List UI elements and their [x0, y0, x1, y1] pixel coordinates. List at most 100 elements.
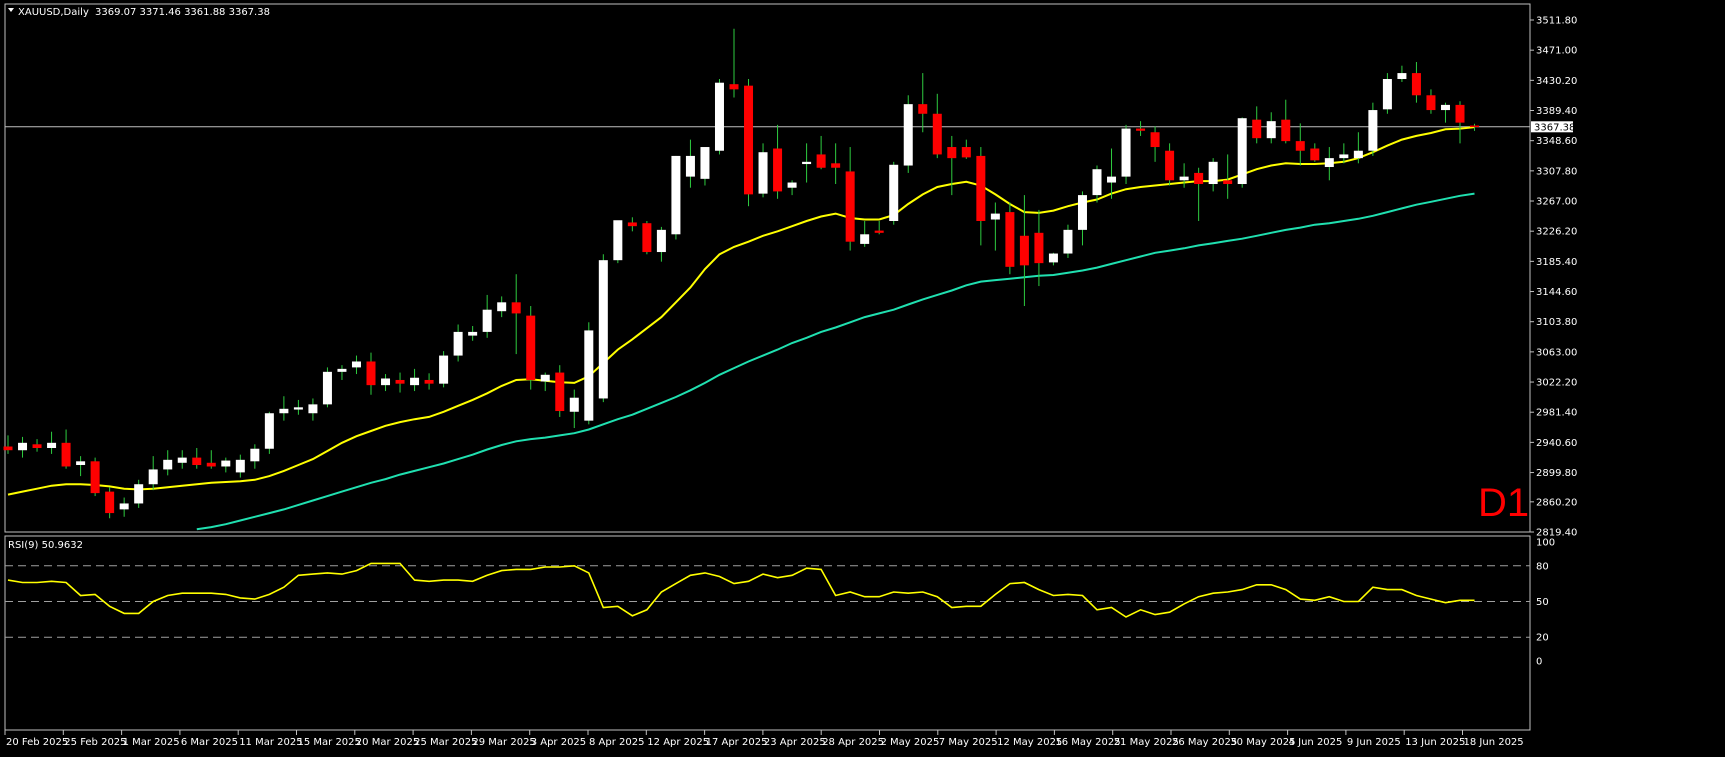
candle-bull: [235, 459, 245, 473]
candle-bear: [192, 457, 202, 466]
date-tick-label: 8 Apr 2025: [589, 737, 644, 748]
candle-bull: [787, 182, 797, 188]
date-tick-label: 20 Mar 2025: [356, 737, 419, 748]
candle-bull: [264, 413, 274, 449]
date-tick-label: 23 Apr 2025: [764, 737, 826, 748]
candle-bull: [540, 374, 550, 382]
price-tick-label: 3430.20: [1536, 76, 1577, 87]
candle-bear: [395, 379, 405, 384]
candle-bull: [134, 484, 144, 504]
candle-bear: [1295, 141, 1305, 151]
date-tick-label: 11 Mar 2025: [239, 737, 302, 748]
candle-bull: [1237, 118, 1247, 185]
date-tick-label: 30 May 2025: [1230, 737, 1295, 748]
candle-bull: [381, 378, 391, 386]
current-price-tag: 3367.38: [1531, 121, 1575, 133]
candle-bull: [76, 461, 86, 466]
date-tick-label: 28 Apr 2025: [822, 737, 884, 748]
candle-bear: [1426, 95, 1436, 111]
candle-bear: [1470, 125, 1480, 128]
candle-bull: [1339, 154, 1349, 159]
candle-bear: [1034, 232, 1044, 264]
date-tick-label: 15 Mar 2025: [298, 737, 361, 748]
date-tick-label: 21 May 2025: [1114, 737, 1179, 748]
candle-bull: [279, 408, 289, 414]
chart-header: XAUUSD,Daily 3369.07 3371.46 3361.88 336…: [8, 7, 270, 18]
candle-bear: [947, 147, 957, 159]
candle-bear: [773, 148, 783, 192]
candle-bull: [714, 82, 724, 151]
candle-bull: [250, 448, 260, 462]
candle-bear: [424, 379, 434, 384]
rsi-panel-frame: [4, 535, 1531, 731]
candle-bull: [148, 469, 158, 485]
date-tick-label: 3 Apr 2025: [531, 737, 586, 748]
moving-average-slow: [196, 192, 1475, 531]
candle-bear: [366, 361, 376, 386]
candle-bull: [18, 442, 28, 451]
candle-bull: [656, 229, 666, 253]
candle-bull: [439, 355, 449, 384]
date-tick-label: 26 May 2025: [1172, 737, 1237, 748]
rsi-tick-label: 0: [1536, 657, 1542, 668]
candle-bear: [32, 444, 42, 448]
price-tick-label: 3063.00: [1536, 347, 1577, 358]
date-tick-label: 1 Mar 2025: [123, 737, 180, 748]
price-tick-label: 3307.80: [1536, 166, 1577, 177]
candle-bear: [3, 446, 13, 451]
candle-bear: [932, 113, 942, 155]
rsi-indicator-label: RSI(9) 50.9632: [8, 540, 83, 551]
candle-bull: [700, 147, 710, 179]
candle-bull: [1107, 176, 1117, 183]
price-tick-label: 2940.60: [1536, 438, 1577, 449]
candle-bear: [642, 223, 652, 253]
candle-bear: [1150, 132, 1160, 148]
rsi-level-lines: [5, 565, 1530, 638]
candle-bull: [1440, 104, 1450, 111]
candle-bear: [206, 462, 216, 467]
candle-bear: [627, 222, 637, 227]
candle-bull: [497, 302, 507, 312]
candle-bear: [1194, 172, 1204, 185]
candle-bull: [1048, 253, 1058, 263]
date-tick-label: 6 Mar 2025: [181, 737, 238, 748]
candle-bull: [889, 164, 899, 221]
candle-bull: [337, 368, 347, 372]
date-tick-label: 25 Mar 2025: [414, 737, 477, 748]
rsi-tick-label: 100: [1536, 538, 1555, 549]
price-tick-label: 3022.20: [1536, 378, 1577, 389]
chart-canvas[interactable]: 3511.80 3471.00 3430.20 3389.40 3348.60 3307.…: [0, 0, 1725, 757]
candle-bull: [1382, 79, 1392, 110]
price-tick-label: 3226.20: [1536, 227, 1577, 238]
price-tick-label: 2981.40: [1536, 408, 1577, 419]
candle-bear: [1165, 150, 1175, 181]
price-tick-label: 3511.80: [1536, 16, 1577, 27]
candle-bull: [308, 404, 318, 414]
date-tick-label: 25 Feb 2025: [64, 737, 126, 748]
date-axis: 20 Feb 202525 Feb 20251 Mar 2025 6 Mar 20…: [4, 730, 1524, 748]
price-tick-label: 3389.40: [1536, 106, 1577, 117]
candle-bull: [1063, 229, 1073, 254]
candle-bull: [758, 152, 768, 194]
candle-bull: [322, 371, 332, 405]
candle-bear: [874, 230, 884, 233]
candle-bear: [918, 104, 928, 114]
candle-bear: [961, 147, 971, 158]
candle-bear: [816, 154, 826, 168]
rsi-axis: 100 80 50 20 0: [1536, 538, 1555, 668]
price-tick-label: 3471.00: [1536, 46, 1577, 57]
candle-bull: [351, 361, 361, 368]
candle-bull: [47, 442, 57, 448]
date-tick-label: 13 Jun 2025: [1405, 737, 1465, 748]
timeframe-badge: D1: [1478, 481, 1529, 525]
rsi-tick-label: 80: [1536, 561, 1549, 572]
date-tick-label: 20 Feb 2025: [6, 737, 68, 748]
date-tick-label: 16 May 2025: [1055, 737, 1120, 748]
candle-bull: [903, 104, 913, 166]
current-price-label: 3367.38: [1534, 122, 1575, 133]
candle-bull: [482, 309, 492, 332]
candle-bull: [671, 155, 681, 235]
dropdown-triangle-icon[interactable]: [8, 8, 14, 12]
candle-bull: [613, 220, 623, 261]
price-axis: 3511.80 3471.00 3430.20 3389.40 3348.60 3307.…: [1530, 16, 1577, 539]
